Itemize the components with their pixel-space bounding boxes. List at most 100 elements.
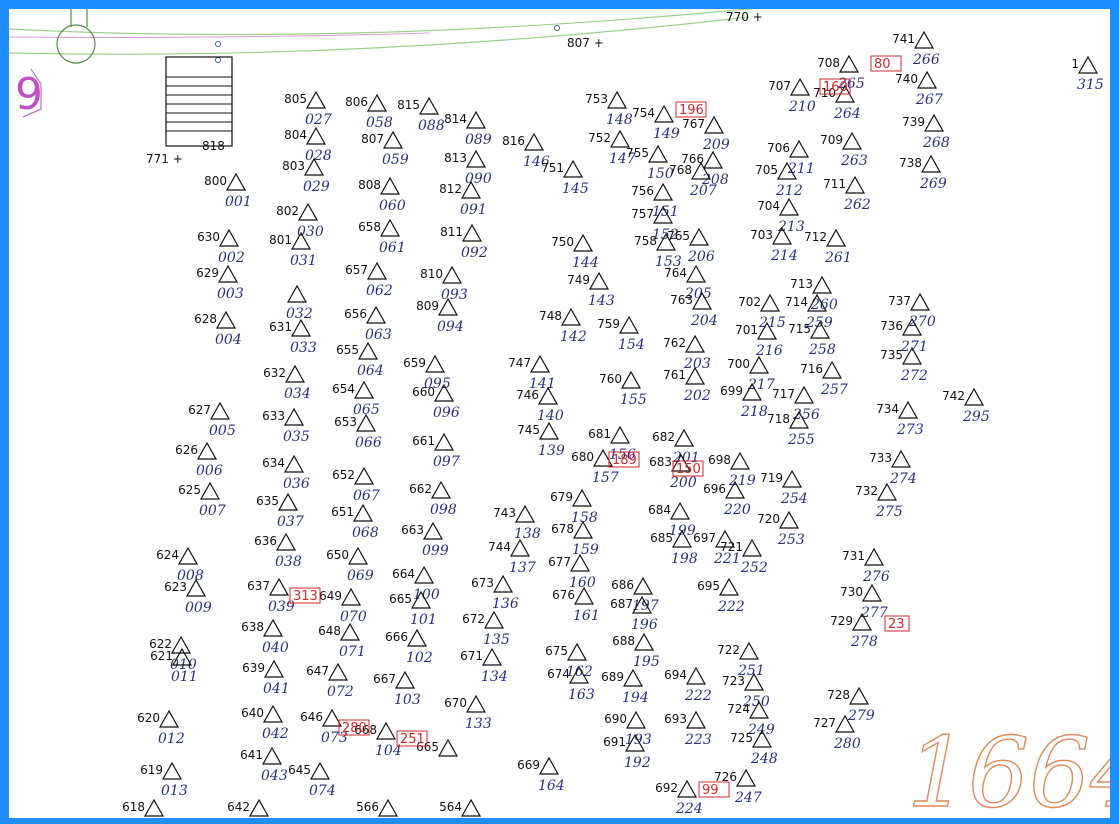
- survey-point: 809094: [416, 297, 464, 335]
- point-code: 214: [770, 248, 798, 264]
- triangle-marker: [735, 768, 757, 787]
- survey-point: 707210: [768, 77, 816, 115]
- triangle-marker: [566, 642, 588, 661]
- triangle-marker: [366, 261, 388, 280]
- red-label: 251: [396, 730, 428, 747]
- survey-point: 812091: [439, 180, 487, 218]
- point-number: 750: [551, 235, 574, 249]
- red-label: 160: [819, 78, 851, 95]
- point-number: 707: [768, 79, 791, 93]
- point-number: 759: [597, 317, 620, 331]
- point-code: 092: [461, 245, 488, 261]
- point-code: 271: [900, 339, 928, 355]
- triangle-marker: [625, 710, 647, 729]
- point-number: 739: [902, 115, 925, 129]
- point-number: 703: [750, 228, 773, 242]
- triangle-marker: [560, 307, 582, 326]
- triangle-marker: [825, 228, 847, 247]
- triangle-marker: [781, 469, 803, 488]
- survey-point: 672135: [462, 610, 510, 648]
- top-label: 770 +: [726, 10, 763, 24]
- survey-point: 753148: [585, 90, 633, 128]
- point-number: 765: [667, 229, 690, 243]
- point-number: 653: [334, 415, 357, 429]
- point-code: 210: [788, 99, 816, 115]
- point-code: 279: [847, 708, 875, 724]
- point-number: 693: [664, 712, 687, 726]
- point-number: 632: [263, 366, 286, 380]
- triangle-marker: [618, 315, 640, 334]
- point-code: 162: [566, 664, 593, 680]
- triangle-marker: [353, 466, 375, 485]
- point-code: 068: [352, 525, 379, 541]
- point-number: 650: [326, 548, 349, 562]
- point-number: 671: [460, 649, 483, 663]
- point-code: 091: [460, 202, 487, 218]
- point-code: 254: [780, 491, 808, 507]
- point-code: 261: [824, 250, 852, 266]
- point-code: 089: [465, 132, 492, 148]
- point-number: 709: [820, 133, 843, 147]
- point-code: 209: [702, 137, 730, 153]
- point-number: 815: [397, 98, 420, 112]
- survey-point: 654065: [332, 380, 380, 418]
- point-number: 667: [373, 672, 396, 686]
- survey-point: 806058: [345, 93, 393, 131]
- point-number: 804: [284, 128, 307, 142]
- point-code: 138: [514, 526, 541, 542]
- point-number: 686: [611, 578, 634, 592]
- point-code: 041: [263, 681, 290, 697]
- point-code: 133: [465, 716, 492, 732]
- point-number: 762: [663, 336, 686, 350]
- survey-point: 655064: [336, 341, 384, 379]
- point-code: 135: [483, 632, 510, 648]
- survey-point: 712261: [804, 228, 852, 266]
- triangle-marker: [738, 641, 760, 660]
- point-number: 761: [663, 368, 686, 382]
- point-number: 711: [823, 177, 846, 191]
- triangle-marker: [703, 115, 725, 134]
- triangle-marker: [653, 104, 675, 123]
- point-code: 042: [262, 726, 289, 742]
- survey-point: 625007: [178, 481, 226, 519]
- survey-point: 648071: [318, 622, 366, 660]
- point-number: 623: [164, 580, 187, 594]
- point-number: 712: [804, 230, 827, 244]
- point-number: 689: [601, 670, 624, 684]
- triangle-marker: [268, 577, 290, 596]
- point-number: 619: [140, 763, 163, 777]
- triangle-marker: [215, 310, 237, 329]
- triangle-marker: [365, 305, 387, 324]
- survey-point: 743138: [493, 504, 541, 542]
- point-code: 143: [588, 293, 615, 309]
- triangle-marker: [283, 454, 305, 473]
- point-code: 038: [275, 554, 302, 570]
- point-number: 564: [439, 800, 462, 814]
- survey-point: 695222: [697, 577, 745, 615]
- point-code: 094: [437, 319, 464, 335]
- survey-point: 720253: [757, 510, 805, 548]
- survey-point: 749143: [567, 271, 615, 309]
- survey-point: 762203: [663, 334, 711, 372]
- point-number: 756: [631, 184, 654, 198]
- point-number: 704: [757, 199, 780, 213]
- point-code: 088: [418, 118, 445, 134]
- triangle-marker: [702, 150, 724, 169]
- point-code: 222: [717, 599, 745, 615]
- survey-point: 626006: [175, 441, 223, 479]
- survey-point: 630002: [197, 228, 245, 266]
- triangle-marker: [406, 628, 428, 647]
- survey-point: 803029: [282, 157, 330, 195]
- point-code: 202: [683, 388, 711, 404]
- point-code: 007: [199, 503, 226, 519]
- red-label-text: 80: [874, 57, 891, 72]
- triangle-marker: [673, 428, 695, 447]
- survey-point: 694222: [664, 666, 712, 704]
- point-code: 136: [492, 596, 519, 612]
- point-code: 099: [422, 543, 449, 559]
- survey-point: 662098: [409, 480, 457, 518]
- point-number: 812: [439, 182, 462, 196]
- triangle-marker: [394, 670, 416, 689]
- survey-point: 619013: [140, 761, 188, 799]
- point-number: 566: [356, 800, 379, 814]
